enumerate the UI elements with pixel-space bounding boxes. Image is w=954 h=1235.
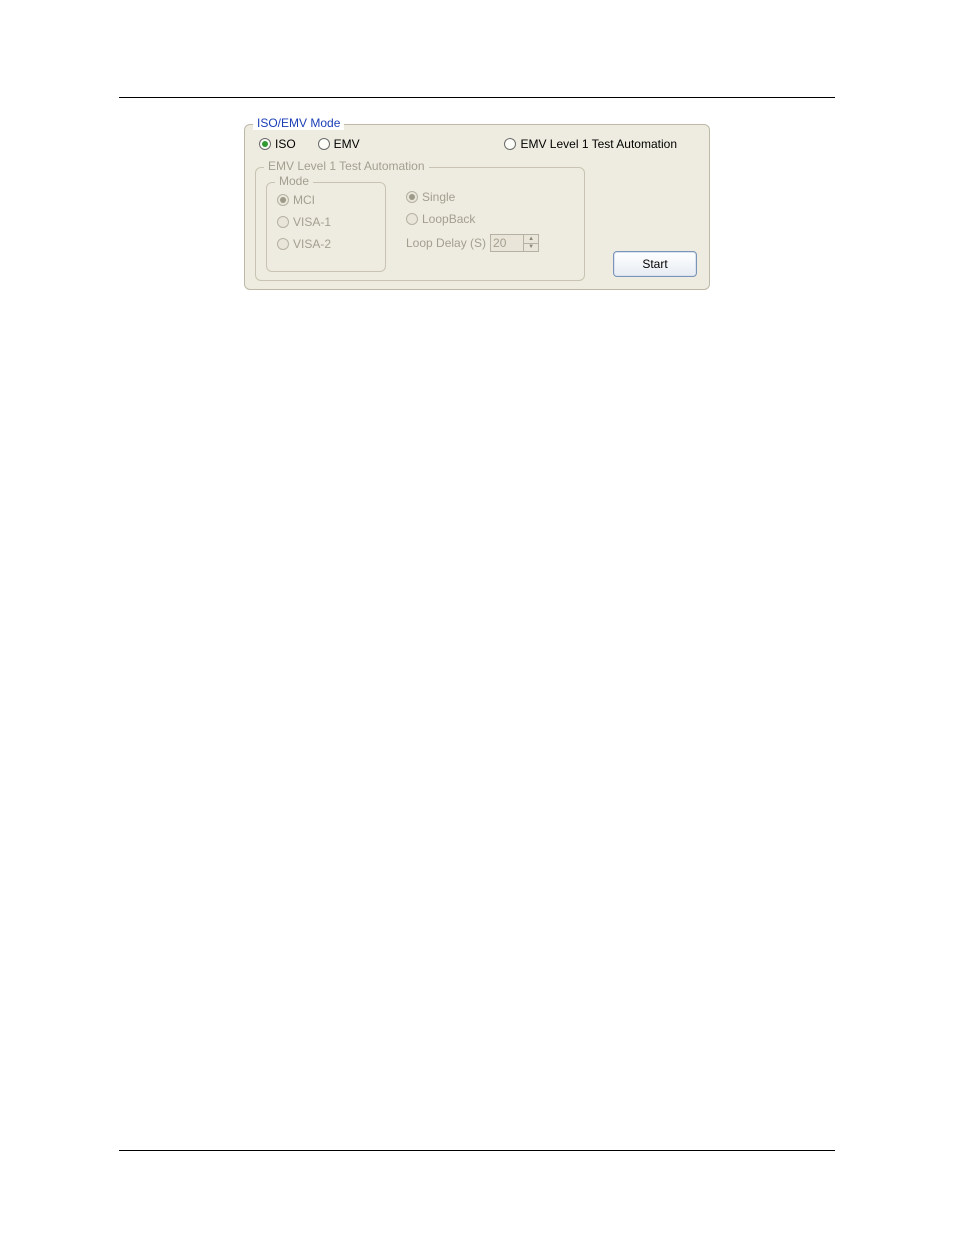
iso-emv-mode-group: ISO/EMV Mode ISO EMV EMV Level 1 Test Au… xyxy=(244,124,710,290)
run-options: Single LoopBack Loop Delay (S) ▲ ▼ xyxy=(406,190,539,252)
radio-loopback: LoopBack xyxy=(406,212,517,226)
radio-single-label: Single xyxy=(422,190,455,204)
radio-icon xyxy=(504,138,516,150)
radio-visa1: VISA-1 xyxy=(277,215,331,229)
radio-visa2: VISA-2 xyxy=(277,237,331,251)
spinner-buttons: ▲ ▼ xyxy=(523,235,538,251)
mode-subgroup: Mode MCI VISA-1 VISA-2 xyxy=(266,182,386,272)
radio-icon xyxy=(277,216,289,228)
radio-loopback-label: LoopBack xyxy=(422,212,475,226)
loop-delay-row: Loop Delay (S) ▲ ▼ xyxy=(406,234,539,252)
radio-iso-label: ISO xyxy=(275,137,296,151)
emv-auto-inner-group: EMV Level 1 Test Automation Mode MCI VIS… xyxy=(255,167,585,281)
mode-radio-row: ISO EMV EMV Level 1 Test Automation xyxy=(259,137,699,151)
loop-delay-input xyxy=(491,235,523,251)
spinner-up-icon: ▲ xyxy=(524,235,538,243)
radio-icon xyxy=(259,138,271,150)
radio-icon xyxy=(277,194,289,206)
loop-delay-spinner: ▲ ▼ xyxy=(490,234,539,252)
radio-icon xyxy=(406,213,418,225)
start-button[interactable]: Start xyxy=(613,251,697,277)
spinner-down-icon: ▼ xyxy=(524,243,538,252)
loop-delay-label: Loop Delay (S) xyxy=(406,236,486,250)
radio-iso[interactable]: ISO xyxy=(259,137,296,151)
radio-mci: MCI xyxy=(277,193,331,207)
emv-auto-inner-legend: EMV Level 1 Test Automation xyxy=(264,159,429,173)
page-divider-top xyxy=(119,97,835,98)
radio-emv-auto-label: EMV Level 1 Test Automation xyxy=(520,137,677,151)
mode-subgroup-legend: Mode xyxy=(275,174,313,188)
radio-emv-label: EMV xyxy=(334,137,360,151)
iso-emv-panel: ISO/EMV Mode ISO EMV EMV Level 1 Test Au… xyxy=(244,118,710,290)
iso-emv-mode-legend: ISO/EMV Mode xyxy=(253,116,344,130)
radio-visa2-label: VISA-2 xyxy=(293,237,331,251)
radio-visa1-label: VISA-1 xyxy=(293,215,331,229)
radio-icon xyxy=(406,191,418,203)
radio-mci-label: MCI xyxy=(293,193,315,207)
page-divider-bottom xyxy=(119,1150,835,1151)
radio-icon xyxy=(318,138,330,150)
radio-icon xyxy=(277,238,289,250)
radio-emv-auto[interactable]: EMV Level 1 Test Automation xyxy=(504,137,677,151)
radio-emv[interactable]: EMV xyxy=(318,137,360,151)
radio-single: Single xyxy=(406,190,517,204)
start-button-label: Start xyxy=(642,257,667,271)
